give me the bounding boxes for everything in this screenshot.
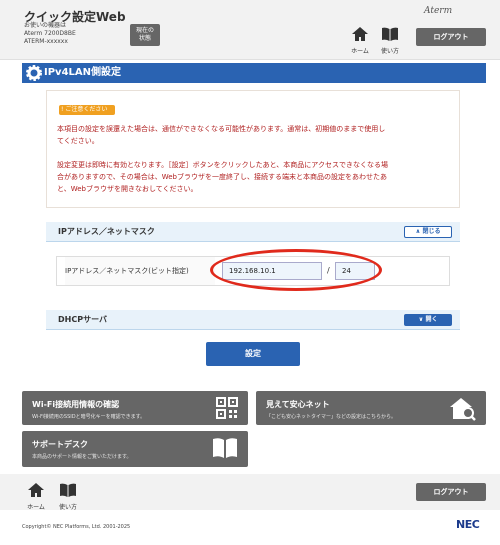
device-info: お使いの機器は Aterm 7200D8BE ATERM-xxxxxx (24, 22, 76, 46)
safe-net-tile[interactable]: 見えて安心ネット 「こども安心ネットタイマー」などの設定はこちらから。 (256, 391, 486, 425)
warning-line: てください。 (57, 137, 99, 145)
warning-text-1: 本項目の設定を誤還えた場合は、通信ができなくなる可能性があります。通常は、初期値… (57, 123, 457, 147)
logout-button[interactable]: ログアウト (416, 28, 486, 46)
footer: ホーム 使い方 ログアウト (0, 474, 500, 511)
home-icon (28, 483, 44, 497)
ip-section-header: IPアドレス／ネットマスク ∧ 閉じる (46, 222, 460, 242)
warning-text-2: 設定変更は即時に有効となります。［設定］ボタンをクリックしたあと、本商品にアクセ… (57, 159, 457, 195)
book-icon (60, 483, 76, 497)
warning-line: 合がありますので、その場合は、Webブラウザを一度終了し、接続する端末と本商品の… (57, 173, 387, 181)
warning-line: 本項目の設定を誤還えた場合は、通信ができなくなる可能性があります。通常は、初期値… (57, 125, 386, 133)
support-desk-tile[interactable]: サポートデスク 本商品のサポート情報をご覧いただけます。 (22, 431, 248, 467)
house-search-icon (450, 398, 476, 421)
wifi-info-tile[interactable]: Wi-Fi接続用情報の確認 Wi-Fi接続用のSSIDと暗号化キーを確認できます… (22, 391, 248, 425)
wifi-tile-title: Wi-Fi接続用情報の確認 (32, 400, 120, 409)
chevron-up-icon: ∧ (415, 228, 421, 235)
warning-line: 設定変更は即時に有効となります。［設定］ボタンをクリックしたあと、本商品にアクセ… (57, 161, 388, 169)
footer-home-label: ホーム (27, 504, 45, 511)
home-icon (352, 27, 368, 41)
home-label: ホーム (351, 48, 369, 55)
dhcp-section-header: DHCPサーバ ∨ 開く (46, 310, 460, 330)
collapse-button[interactable]: ∧ 閉じる (404, 226, 452, 238)
warning-line: と、Webブラウザを開きなおしてください。 (57, 185, 198, 193)
footer-help-button[interactable]: 使い方 (54, 482, 82, 511)
ip-field-label: IPアドレス／ネットマスク(ビット指定) (65, 257, 215, 285)
dhcp-section-title: DHCPサーバ (58, 315, 107, 324)
book-icon (382, 27, 398, 41)
device-model: Aterm 7200D8BE (24, 30, 76, 37)
warning-box: ! ご注意ください 本項目の設定を誤還えた場合は、通信ができなくなる可能性があり… (46, 90, 460, 208)
chevron-down-icon: ∨ (418, 316, 424, 323)
footer-logout-button[interactable]: ログアウト (416, 483, 486, 501)
page-title: IPv4LAN側設定 (44, 67, 122, 78)
nec-logo: NEC (456, 518, 480, 531)
device-ssid: ATERM-xxxxxx (24, 38, 68, 45)
wifi-tile-desc: Wi-Fi接続用のSSIDと暗号化キーを確認できます。 (32, 414, 146, 420)
warning-badge-label: ご注意ください (65, 106, 108, 113)
safe-tile-desc: 「こども安心ネットタイマー」などの設定はこちらから。 (266, 414, 397, 420)
safe-tile-title: 見えて安心ネット (266, 400, 330, 409)
copyright: Copyright© NEC Platforms, Ltd. 2001-2025 (22, 524, 131, 530)
footer-help-label: 使い方 (58, 504, 77, 511)
status-btn-line1: 現在の (135, 27, 154, 34)
page-title-bar: IPv4LAN側設定 (22, 63, 486, 83)
help-button[interactable]: 使い方 (376, 26, 404, 55)
expand-label: 開く (425, 316, 438, 323)
home-button[interactable]: ホーム (346, 26, 374, 55)
qr-code-icon (216, 397, 238, 419)
status-btn-line2: 状態 (138, 35, 151, 42)
help-label: 使い方 (380, 48, 399, 55)
device-line: お使いの機器は (24, 22, 67, 29)
book-icon (213, 438, 237, 458)
warning-icon: ! (61, 106, 64, 113)
expand-button[interactable]: ∨ 開く (404, 314, 452, 326)
highlight-annotation (210, 249, 382, 291)
aterm-logo: Aterm (424, 6, 453, 16)
gear-icon (26, 65, 42, 81)
support-tile-desc: 本商品のサポート情報をご覧いただけます。 (32, 454, 132, 460)
set-button[interactable]: 設定 (206, 342, 300, 366)
current-status-button[interactable]: 現在の 状態 (130, 24, 160, 46)
support-tile-title: サポートデスク (32, 440, 88, 449)
warning-badge: ! ご注意ください (59, 105, 115, 115)
collapse-label: 閉じる (422, 228, 441, 235)
header: クイック設定Web お使いの機器は Aterm 7200D8BE ATERM-x… (0, 0, 500, 60)
footer-home-button[interactable]: ホーム (22, 482, 50, 511)
ip-section-title: IPアドレス／ネットマスク (58, 227, 155, 236)
